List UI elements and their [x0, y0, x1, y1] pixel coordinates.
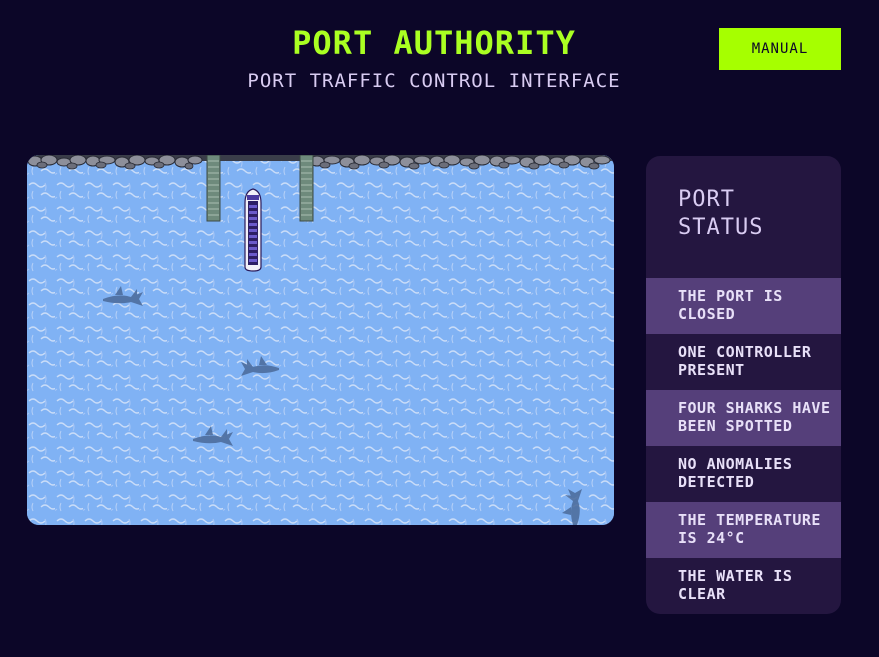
status-heading: PORT STATUS [678, 187, 764, 240]
status-item-port: THE PORT IS CLOSED [646, 278, 841, 334]
status-item-water: THE WATER IS CLEAR [678, 567, 793, 603]
water [27, 155, 614, 525]
pier [299, 155, 314, 222]
status-item-temperature: THE TEMPERATURE IS 24°C [646, 502, 841, 558]
harbor-view[interactable] [27, 155, 614, 525]
status-item-anomalies: NO ANOMALIES DETECTED [678, 455, 793, 491]
port-status-panel: PORT STATUS THE PORT IS CLOSED ONE CONTR… [646, 156, 841, 614]
status-list: THE PORT IS CLOSED ONE CONTROLLER PRESEN… [646, 278, 841, 614]
manual-mode-button[interactable]: MANUAL [719, 28, 841, 70]
page-subtitle: PORT TRAFFIC CONTROL INTERFACE [247, 70, 621, 92]
cargo-ship[interactable] [244, 188, 262, 272]
pier [206, 155, 221, 222]
status-item-controllers: ONE CONTROLLER PRESENT [678, 343, 812, 379]
header: PORT AUTHORITY PORT TRAFFIC CONTROL INTE… [0, 0, 879, 120]
harbor-map [27, 155, 614, 525]
status-item-sharks: FOUR SHARKS HAVE BEEN SPOTTED [646, 390, 841, 446]
